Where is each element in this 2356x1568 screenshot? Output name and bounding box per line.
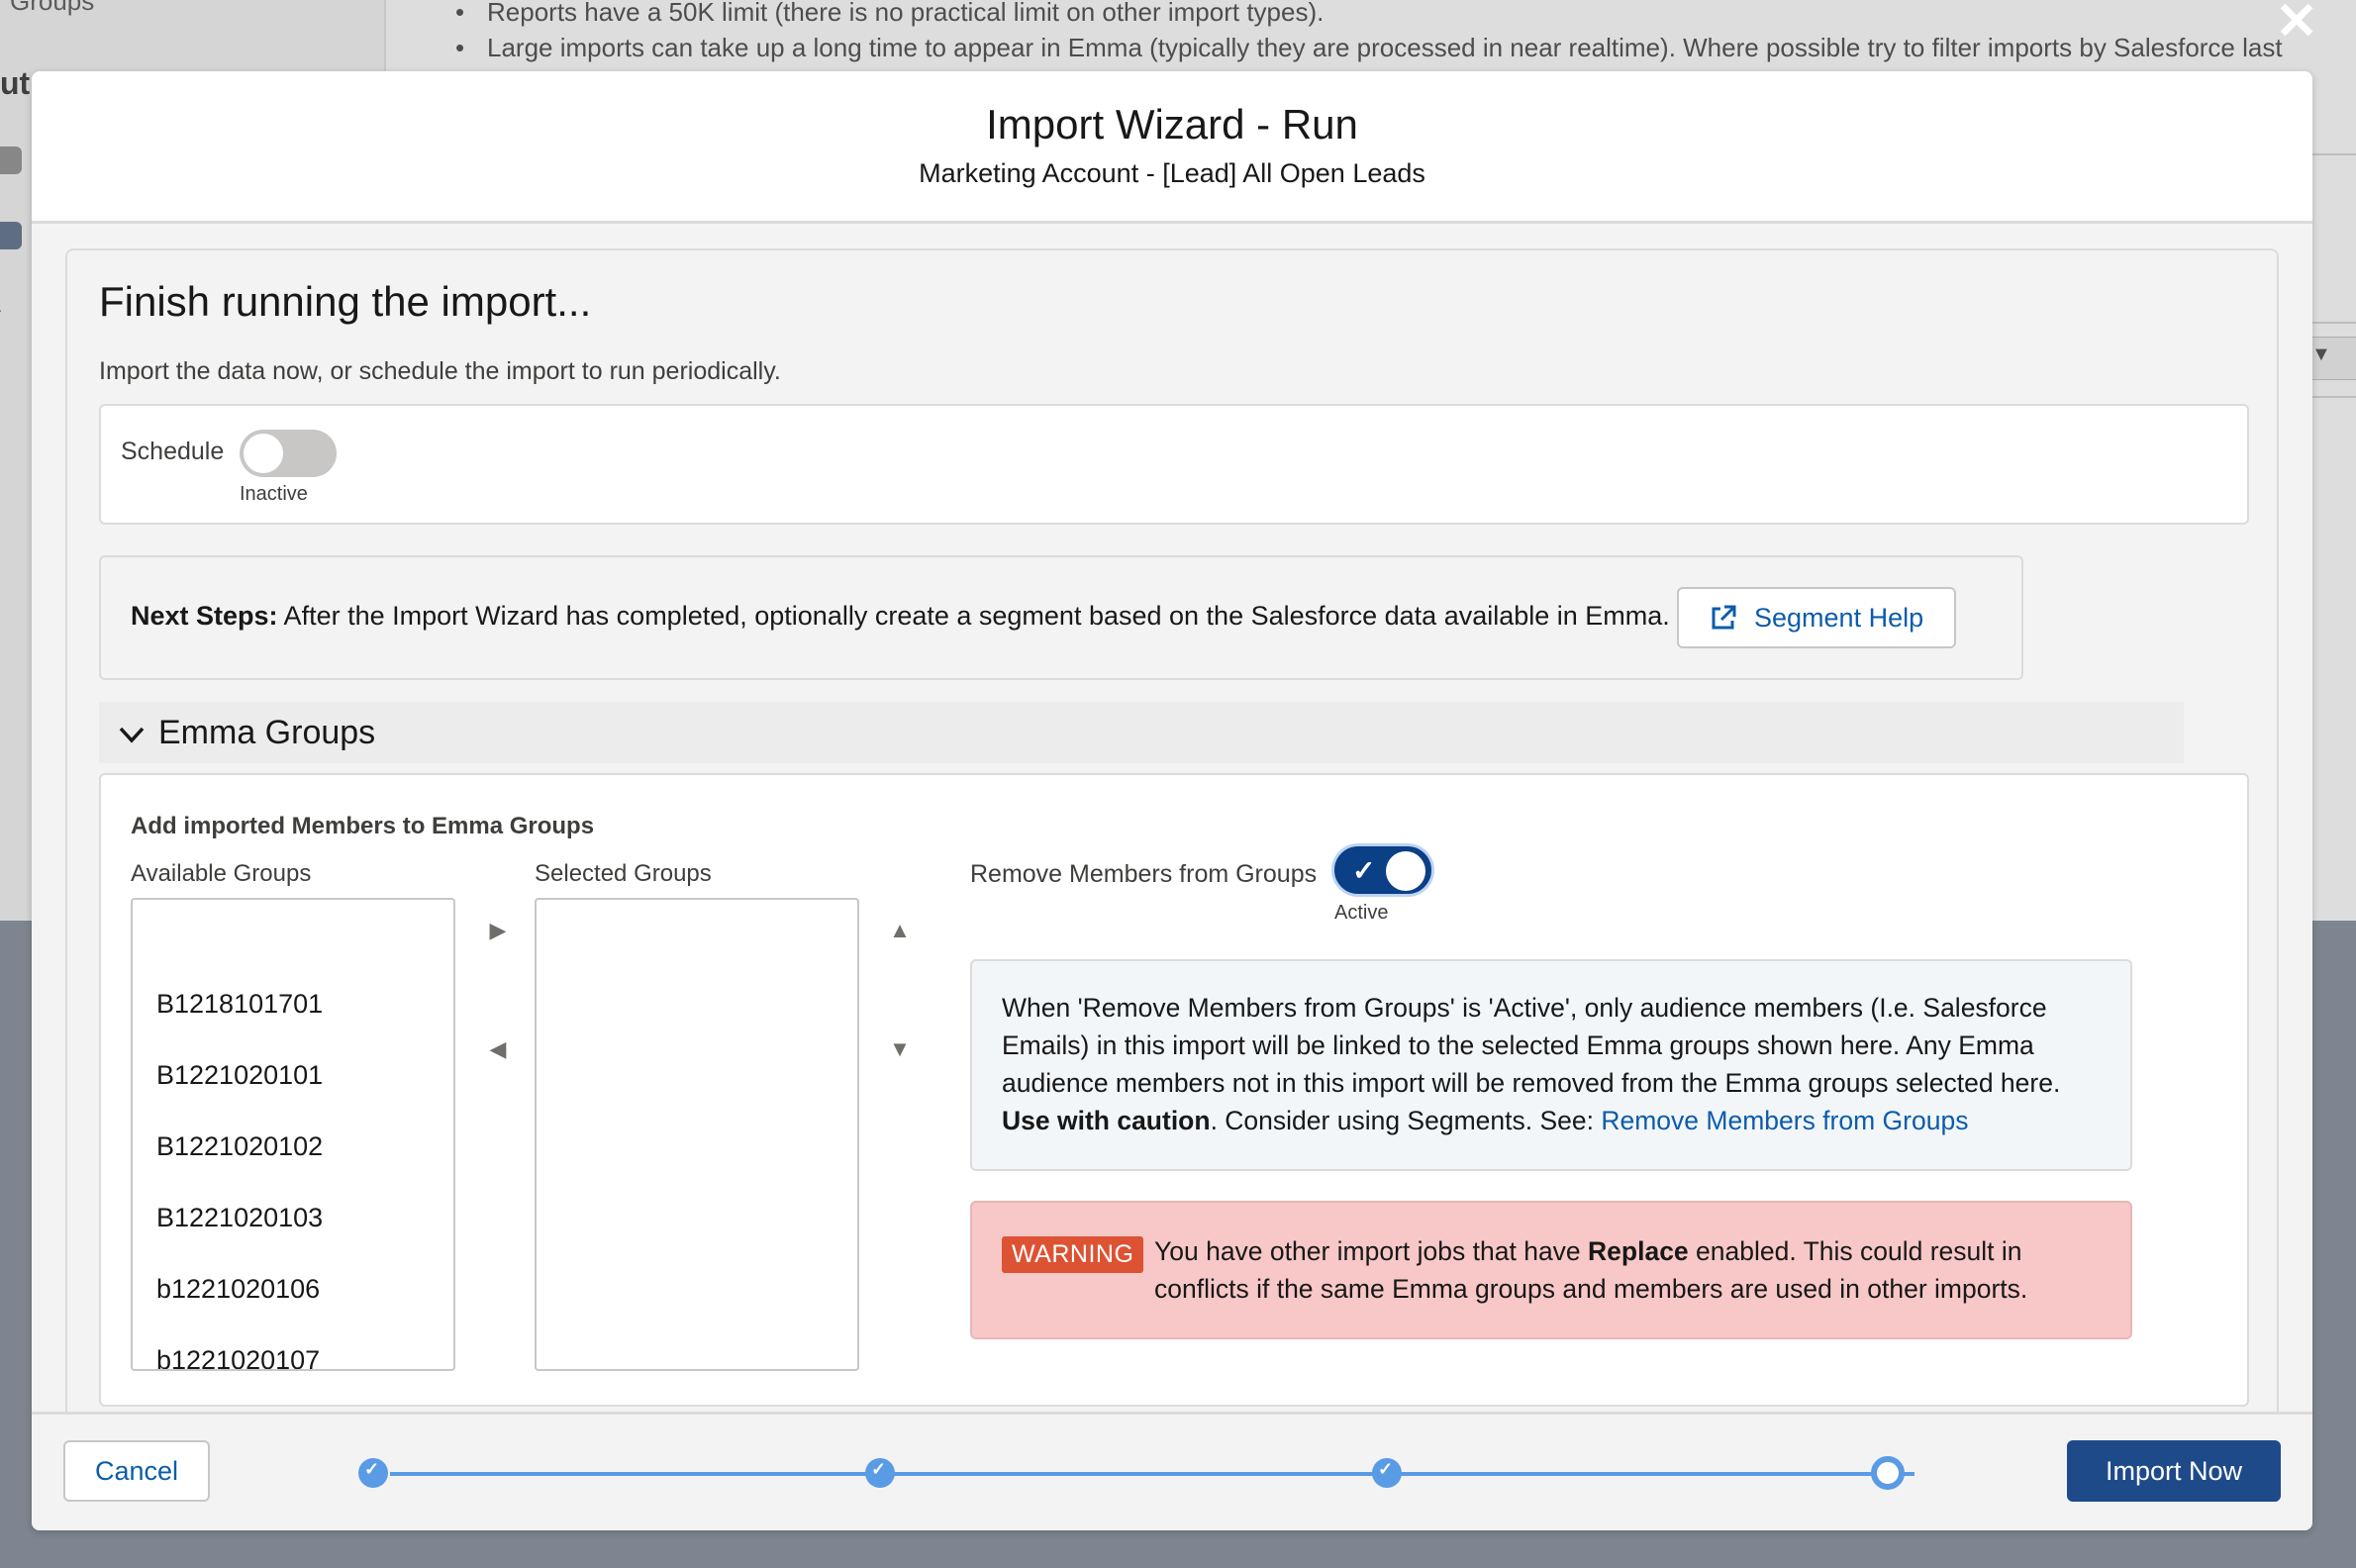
info-caution: Use with caution <box>1002 1106 1211 1135</box>
remove-members-info: When 'Remove Members from Groups' is 'Ac… <box>970 959 2132 1171</box>
next-steps-label: Next Steps: <box>131 601 278 631</box>
schedule-toggle[interactable] <box>240 430 337 477</box>
import-now-button[interactable]: Import Now <box>2067 1440 2281 1502</box>
move-right-icon[interactable]: ▶ <box>483 916 513 945</box>
checkmark-icon: ✓ <box>1378 1459 1394 1479</box>
toggle-knob <box>1386 851 1425 891</box>
schedule-status: Inactive <box>240 483 308 505</box>
info-text: . Consider using Segments. See: <box>1210 1106 1602 1135</box>
list-item[interactable]: B1218101701 <box>133 989 453 1060</box>
modal-subtitle: Marketing Account - [Lead] All Open Lead… <box>919 158 1425 188</box>
cancel-button[interactable]: Cancel <box>63 1440 210 1502</box>
next-steps-text: Next Steps: After the Import Wizard has … <box>131 601 1670 632</box>
emma-groups-section-toggle[interactable]: Emma Groups <box>99 702 2184 763</box>
remove-members-status: Active <box>1334 902 1389 924</box>
warning-replace: Replace <box>1588 1236 1689 1266</box>
selected-groups-listbox[interactable] <box>535 898 859 1371</box>
list-item[interactable]: B1221020103 <box>133 1203 453 1274</box>
move-up-icon[interactable]: ▲ <box>885 916 915 945</box>
remove-members-help-link[interactable]: Remove Members from Groups <box>1601 1106 1968 1135</box>
list-item[interactable]: b1221020106 <box>133 1274 453 1345</box>
next-steps-panel: Next Steps: After the Import Wizard has … <box>99 555 2023 680</box>
progress-step-4-current[interactable] <box>1871 1456 1905 1490</box>
card-title: Finish running the import... <box>99 278 592 325</box>
modal-body: Finish running the import... Import the … <box>32 224 2312 1485</box>
checkmark-icon: ✓ <box>871 1459 887 1479</box>
checkmark-icon: ✓ <box>364 1459 380 1479</box>
info-text: When 'Remove Members from Groups' is 'Ac… <box>1002 993 2061 1098</box>
available-groups-label: Available Groups <box>131 860 312 887</box>
modal-footer: Cancel ✓ ✓ ✓ Import Now <box>32 1412 2312 1530</box>
move-down-icon[interactable]: ▼ <box>885 1034 915 1064</box>
available-groups-listbox[interactable]: B1218101701 B1221020101 B1221020102 B122… <box>131 898 455 1371</box>
checkmark-icon: ✓ <box>1352 855 1376 886</box>
external-link-icon <box>1712 605 1736 630</box>
list-item[interactable]: B1221020101 <box>133 1060 453 1131</box>
finish-import-card: Finish running the import... Import the … <box>65 248 2279 1485</box>
move-left-icon[interactable]: ◀ <box>483 1034 513 1064</box>
segment-help-label: Segment Help <box>1754 603 1924 633</box>
next-steps-description: After the Import Wizard has completed, o… <box>277 601 1670 631</box>
close-icon[interactable]: ✕ <box>2273 0 2320 48</box>
progress-step-1[interactable]: ✓ <box>358 1458 388 1488</box>
warning-badge: WARNING <box>1002 1236 1144 1273</box>
warning-text-part: You have other import jobs that have <box>1154 1236 1589 1266</box>
warning-panel: WARNING You have other import jobs that … <box>970 1201 2132 1339</box>
section-title: Emma Groups <box>158 714 376 751</box>
schedule-panel: Schedule Inactive <box>99 404 2249 525</box>
list-item[interactable]: B1221020102 <box>133 1131 453 1203</box>
progress-step-3[interactable]: ✓ <box>1372 1458 1402 1488</box>
selected-groups-label: Selected Groups <box>535 860 712 887</box>
emma-groups-panel: Add imported Members to Emma Groups Avai… <box>99 773 2249 1407</box>
segment-help-button[interactable]: Segment Help <box>1677 587 1956 648</box>
remove-members-label: Remove Members from Groups <box>970 860 1318 888</box>
chevron-down-icon <box>117 706 147 758</box>
import-wizard-modal: Import Wizard - Run Marketing Account - … <box>32 71 2312 1530</box>
modal-title: Import Wizard - Run <box>986 101 1358 147</box>
card-description: Import the data now, or schedule the imp… <box>99 357 781 385</box>
remove-members-toggle[interactable]: ✓ <box>1334 846 1431 894</box>
groups-heading: Add imported Members to Emma Groups <box>131 813 595 839</box>
toggle-knob <box>244 434 283 473</box>
progress-track <box>390 1472 1914 1476</box>
schedule-label: Schedule <box>121 438 225 465</box>
progress-step-2[interactable]: ✓ <box>865 1458 895 1488</box>
list-item[interactable]: b1221020107 <box>133 1345 453 1369</box>
modal-header: Import Wizard - Run Marketing Account - … <box>32 71 2312 224</box>
warning-text: You have other import jobs that have Rep… <box>1154 1232 2105 1308</box>
